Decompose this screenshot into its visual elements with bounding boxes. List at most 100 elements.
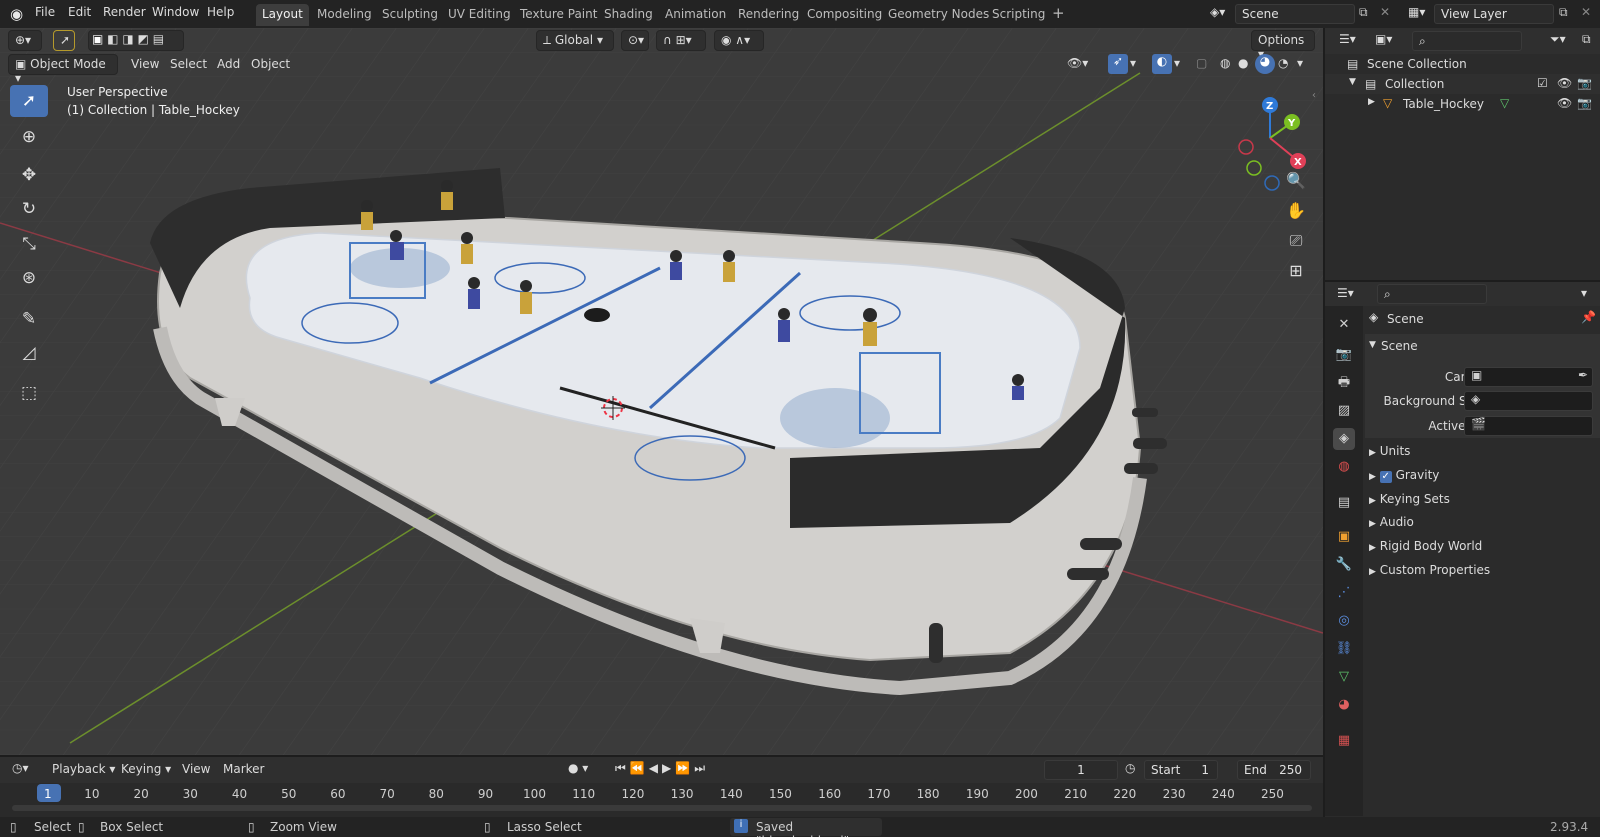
select-tool-mode-button[interactable]: ➚ (53, 30, 75, 51)
proportional-edit-toggle[interactable]: ◉ ∧▾ (714, 30, 764, 51)
move-tool[interactable]: ✥ (10, 159, 48, 191)
jump-end-icon[interactable]: ⏭ (694, 761, 709, 775)
timeline-editor-type-icon[interactable]: ◷▾ (12, 761, 29, 775)
view-layer-field[interactable]: View Layer (1434, 4, 1554, 24)
sidebar-toggle-icon[interactable]: ‹ (1312, 90, 1316, 101)
transform-orientation-dropdown[interactable]: ⟂ Global ▾ (536, 30, 614, 51)
pivot-point-dropdown[interactable]: ⊙▾ (621, 30, 649, 51)
render-camera-icon[interactable]: 📷 (1577, 96, 1592, 110)
selection-mode-buttons[interactable]: ▣ ◧ ◨ ◩ ▤ (88, 30, 184, 51)
measure-tool[interactable]: ◿ (10, 337, 48, 369)
overlays-dropdown-icon[interactable]: ▾ (1174, 56, 1180, 70)
start-frame-field[interactable]: Start 1 (1144, 760, 1218, 780)
new-collection-icon[interactable]: ⧉ (1582, 32, 1591, 47)
tab-geometry-nodes[interactable]: Geometry Nodes (882, 4, 995, 26)
viewport-menu-object[interactable]: Object (251, 57, 290, 71)
tool-tab-icon[interactable]: ✕ (1333, 314, 1355, 336)
gizmo-dropdown-icon[interactable]: ▾ (1130, 56, 1136, 70)
auto-keying-icon[interactable]: ● ▾ (568, 761, 588, 775)
tab-scripting[interactable]: Scripting (986, 4, 1051, 26)
collection-tab-icon[interactable]: ▤ (1333, 492, 1355, 514)
view-layer-selector-icon[interactable]: ▦▾ (1408, 5, 1425, 19)
shading-rendered-icon[interactable]: ◔ (1278, 56, 1288, 70)
active-clip-field[interactable]: 🎬 (1464, 416, 1593, 436)
delete-view-layer-icon[interactable]: ✕ (1581, 5, 1591, 19)
menu-window[interactable]: Window (152, 5, 199, 19)
tab-sculpting[interactable]: Sculpting (376, 4, 444, 26)
shading-wireframe-icon[interactable]: ◍ (1220, 56, 1230, 70)
end-frame-field[interactable]: End 250 (1237, 760, 1311, 780)
scene-panel-title[interactable]: Scene (1381, 339, 1418, 353)
preview-range-icon[interactable]: ◷ (1125, 761, 1135, 775)
xray-toggle-icon[interactable]: ▢ (1196, 56, 1207, 70)
tab-modeling[interactable]: Modeling (311, 4, 378, 26)
select-box-tool[interactable]: ➚ (10, 85, 48, 117)
section-keying-sets[interactable]: ▶ Keying Sets (1365, 492, 1600, 514)
expand-arrow-icon[interactable]: ▼ (1349, 77, 1356, 87)
camera-field[interactable]: ▣ ✒ (1464, 367, 1593, 387)
current-frame-field[interactable]: 1 (1044, 760, 1118, 780)
perspective-toggle-icon[interactable]: ⊞ (1282, 258, 1310, 284)
tab-rendering[interactable]: Rendering (732, 4, 805, 26)
add-workspace-icon[interactable]: + (1052, 4, 1065, 22)
pin-icon[interactable]: 📌 (1581, 310, 1596, 324)
menu-edit[interactable]: Edit (68, 5, 91, 19)
3d-viewport[interactable]: ⊕▾ ➚ ▣ ◧ ◨ ◩ ▤ ⟂ Global ▾ ⊙▾ ∩ ⊞▾ ◉ ∧▾ O… (0, 28, 1323, 755)
annotate-tool[interactable]: ✎ (10, 303, 48, 335)
shading-material-icon[interactable]: ◕ (1255, 54, 1275, 74)
scene-selector-icon[interactable]: ◈▾ (1210, 5, 1225, 19)
select-new-icon[interactable]: ▣ (92, 32, 103, 46)
panel-collapse-icon[interactable]: ▼ (1369, 340, 1376, 350)
filter-icon[interactable]: ⏷▾ (1550, 32, 1566, 47)
status-message-box[interactable]: i Saved "blender.blend" (730, 818, 882, 837)
display-mode-icon[interactable]: ▣▾ (1375, 32, 1392, 46)
expand-arrow-icon[interactable]: ▶ (1368, 97, 1375, 107)
select-extend-icon[interactable]: ◧ (107, 32, 118, 46)
select-subtract-icon[interactable]: ◨ (122, 32, 133, 46)
prev-keyframe-icon[interactable]: ⏪ (630, 761, 649, 775)
constraints-tab-icon[interactable]: ⛓ (1333, 638, 1355, 660)
view-layer-tab-icon[interactable]: ▨ (1333, 400, 1355, 422)
timeline-scrollbar[interactable] (12, 805, 1312, 811)
scene-tab-icon[interactable]: ◈ (1333, 428, 1355, 450)
outliner-row-collection[interactable]: ▼ ▤ Collection ☑ 👁 📷 (1325, 74, 1600, 94)
jump-start-icon[interactable]: ⏮ (615, 761, 630, 775)
modifiers-tab-icon[interactable]: 🔧 (1333, 554, 1355, 576)
new-view-layer-icon[interactable]: ⧉ (1559, 5, 1568, 20)
section-custom-properties[interactable]: ▶ Custom Properties (1365, 563, 1600, 585)
editor-type-button[interactable]: ⊕▾ (8, 30, 42, 51)
outliner-search-input[interactable]: ⌕ (1412, 31, 1522, 51)
menu-help[interactable]: Help (207, 5, 234, 19)
camera-view-icon[interactable]: ⎚ (1282, 228, 1310, 254)
shading-solid-icon[interactable]: ● (1238, 56, 1248, 70)
timeline-menu-keying[interactable]: Keying ▾ (121, 762, 171, 776)
tab-compositing[interactable]: Compositing (801, 4, 888, 26)
viewport-menu-select[interactable]: Select (170, 57, 207, 71)
next-keyframe-icon[interactable]: ⏩ (675, 761, 694, 775)
timeline-menu-playback[interactable]: Playback ▾ (52, 762, 115, 776)
zoom-view-icon[interactable]: 🔍 (1282, 168, 1310, 194)
background-scene-field[interactable]: ◈ (1464, 391, 1593, 411)
viewport-menu-add[interactable]: Add (217, 57, 240, 71)
particles-tab-icon[interactable]: ⋰ (1333, 582, 1355, 604)
world-tab-icon[interactable]: ◍ (1333, 456, 1355, 478)
gravity-checkbox[interactable]: ✓ (1379, 471, 1392, 483)
cursor-tool[interactable]: ⊕ (10, 121, 48, 153)
section-rigid-body-world[interactable]: ▶ Rigid Body World (1365, 539, 1600, 561)
pan-hand-icon[interactable]: ✋ (1282, 198, 1310, 224)
material-tab-icon[interactable]: ◕ (1333, 694, 1355, 716)
texture-tab-icon[interactable]: ▦ (1333, 730, 1355, 752)
rotate-tool[interactable]: ↻ (10, 193, 48, 225)
properties-search-input[interactable]: ⌕ (1377, 284, 1487, 304)
data-tab-icon[interactable]: ▽ (1333, 666, 1355, 688)
blender-logo-icon[interactable]: ◉ (10, 5, 23, 23)
mesh-data-icon[interactable]: ▽ (1500, 96, 1509, 110)
playback-controls[interactable]: ⏮⏪◀▶⏩⏭ (615, 761, 709, 776)
eyedropper-icon[interactable]: ✒ (1578, 368, 1588, 382)
select-invert-icon[interactable]: ◩ (138, 32, 149, 46)
tab-animation[interactable]: Animation (659, 4, 732, 26)
visibility-eye-icon[interactable]: 👁 (1557, 96, 1572, 110)
menu-render[interactable]: Render (103, 5, 146, 19)
section-units[interactable]: ▶ Units (1365, 444, 1600, 466)
menu-file[interactable]: File (35, 5, 55, 19)
